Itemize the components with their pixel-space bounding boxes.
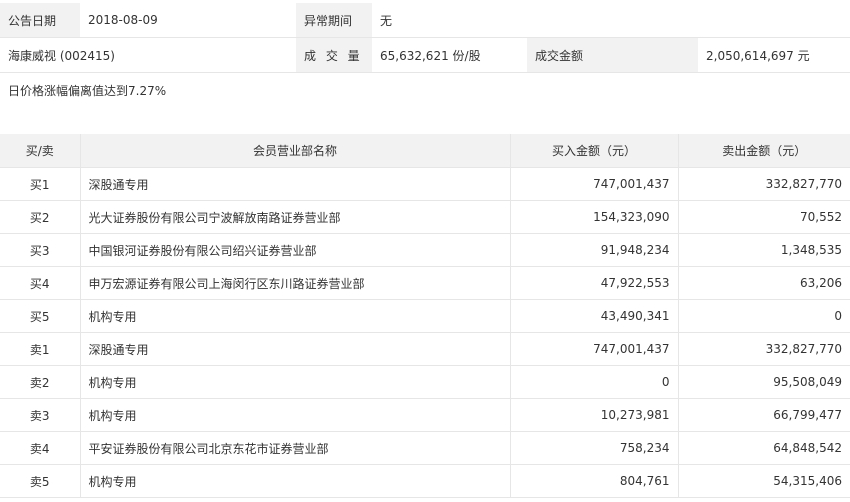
- row-buy-amount: 758,234: [510, 431, 679, 465]
- table-row: 卖2 机构专用 0 95,508,049: [0, 365, 850, 399]
- row-side: 买3: [0, 233, 81, 267]
- abnormal-period-value: 无: [372, 3, 850, 38]
- row-side: 卖1: [0, 332, 81, 366]
- row-buy-amount: 0: [510, 365, 679, 399]
- turnover-label: 成交金额: [527, 37, 698, 73]
- volume-value: 65,632,621 份/股: [372, 37, 527, 73]
- row-buy-amount: 47,922,553: [510, 266, 679, 300]
- row-side: 卖3: [0, 398, 81, 432]
- turnover-value: 2,050,614,697 元: [698, 37, 850, 73]
- row-side: 卖2: [0, 365, 81, 399]
- column-header-side: 买/卖: [0, 134, 81, 168]
- summary-row-stock: 海康威视 (002415) 成 交 量 65,632,621 份/股 成交金额 …: [0, 37, 850, 73]
- row-broker-name: 机构专用: [80, 365, 511, 399]
- row-broker-name: 机构专用: [80, 398, 511, 432]
- table-row: 买3 中国银河证券股份有限公司绍兴证券营业部 91,948,234 1,348,…: [0, 233, 850, 267]
- column-header-buy-amount: 买入金额（元）: [510, 134, 679, 168]
- row-buy-amount: 43,490,341: [510, 299, 679, 333]
- row-sell-amount: 95,508,049: [678, 365, 850, 399]
- row-sell-amount: 63,206: [678, 266, 850, 300]
- column-header-broker: 会员营业部名称: [80, 134, 511, 168]
- table-row: 买4 申万宏源证券有限公司上海闵行区东川路证券营业部 47,922,553 63…: [0, 266, 850, 300]
- abnormal-period-label: 异常期间: [296, 3, 372, 38]
- announce-date-label: 公告日期: [0, 3, 80, 38]
- row-buy-amount: 91,948,234: [510, 233, 679, 267]
- row-buy-amount: 804,761: [510, 464, 679, 498]
- row-broker-name: 申万宏源证券有限公司上海闵行区东川路证券营业部: [80, 266, 511, 300]
- table-row: 买5 机构专用 43,490,341 0: [0, 299, 850, 333]
- volume-label: 成 交 量: [296, 37, 372, 73]
- row-side: 买2: [0, 200, 81, 234]
- row-sell-amount: 64,848,542: [678, 431, 850, 465]
- announce-date-value: 2018-08-09: [80, 3, 296, 38]
- summary-row-date: 公告日期 2018-08-09 异常期间 无: [0, 3, 850, 38]
- row-side: 买5: [0, 299, 81, 333]
- table-row: 卖3 机构专用 10,273,981 66,799,477: [0, 398, 850, 432]
- row-buy-amount: 10,273,981: [510, 398, 679, 432]
- abnormal-reason: 日价格涨幅偏离值达到7.27%: [8, 83, 167, 98]
- broker-trade-table: 买/卖 会员营业部名称 买入金额（元） 卖出金额（元） 买1 深股通专用 747…: [0, 134, 850, 498]
- table-row: 卖5 机构专用 804,761 54,315,406: [0, 464, 850, 498]
- row-broker-name: 深股通专用: [80, 332, 511, 366]
- row-broker-name: 光大证券股份有限公司宁波解放南路证券营业部: [80, 200, 511, 234]
- summary-table: 公告日期 2018-08-09 异常期间 无 海康威视 (002415) 成 交…: [0, 3, 850, 107]
- row-sell-amount: 54,315,406: [678, 464, 850, 498]
- stock-name: 海康威视 (002415): [0, 37, 296, 73]
- row-side: 买1: [0, 167, 81, 201]
- row-broker-name: 平安证券股份有限公司北京东花市证券营业部: [80, 431, 511, 465]
- table-row: 买2 光大证券股份有限公司宁波解放南路证券营业部 154,323,090 70,…: [0, 200, 850, 234]
- row-buy-amount: 154,323,090: [510, 200, 679, 234]
- row-side: 买4: [0, 266, 81, 300]
- table-row: 卖1 深股通专用 747,001,437 332,827,770: [0, 332, 850, 366]
- row-side: 卖4: [0, 431, 81, 465]
- row-buy-amount: 747,001,437: [510, 167, 679, 201]
- row-sell-amount: 1,348,535: [678, 233, 850, 267]
- row-broker-name: 深股通专用: [80, 167, 511, 201]
- table-header-row: 买/卖 会员营业部名称 买入金额（元） 卖出金额（元）: [0, 134, 850, 168]
- row-sell-amount: 332,827,770: [678, 167, 850, 201]
- column-header-sell-amount: 卖出金额（元）: [678, 134, 850, 168]
- row-side: 卖5: [0, 464, 81, 498]
- trade-detail-page: 公告日期 2018-08-09 异常期间 无 海康威视 (002415) 成 交…: [0, 0, 850, 502]
- summary-row-reason: 日价格涨幅偏离值达到7.27%: [0, 73, 850, 108]
- table-row: 卖4 平安证券股份有限公司北京东花市证券营业部 758,234 64,848,5…: [0, 431, 850, 465]
- table-row: 买1 深股通专用 747,001,437 332,827,770: [0, 167, 850, 201]
- row-broker-name: 机构专用: [80, 299, 511, 333]
- row-sell-amount: 66,799,477: [678, 398, 850, 432]
- row-sell-amount: 70,552: [678, 200, 850, 234]
- row-buy-amount: 747,001,437: [510, 332, 679, 366]
- row-broker-name: 机构专用: [80, 464, 511, 498]
- row-broker-name: 中国银河证券股份有限公司绍兴证券营业部: [80, 233, 511, 267]
- row-sell-amount: 332,827,770: [678, 332, 850, 366]
- row-sell-amount: 0: [678, 299, 850, 333]
